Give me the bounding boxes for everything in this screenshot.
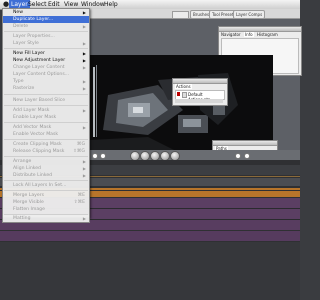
menu-item-duplicate-layer[interactable]: Duplicate Layer...	[3, 16, 89, 23]
menu-separator	[4, 94, 88, 95]
checkmark-icon[interactable]	[177, 92, 180, 96]
menu-item-merge-visible[interactable]: Merge Visible ⇧⌘E	[3, 199, 89, 206]
empty-track-area[interactable]	[0, 242, 300, 300]
tab-navigator[interactable]: Navigator	[221, 32, 241, 37]
menu-item-enable-layer-mask[interactable]: Enable Layer Mask	[3, 114, 89, 121]
menu-item-merge-layers[interactable]: Merge Layers ⌘E	[3, 192, 89, 199]
menu-view[interactable]: View	[64, 1, 78, 8]
menu-edit[interactable]: Edit	[48, 1, 60, 8]
menu-separator	[4, 31, 88, 32]
menu-window[interactable]: Window	[81, 1, 105, 8]
tab-histogram[interactable]: Histogram	[257, 32, 278, 37]
menu-separator	[4, 139, 88, 140]
menu-item-matting[interactable]: Matting ▶	[2, 215, 90, 223]
actions-panel: Actions Default Actions.atn	[172, 78, 228, 106]
menu-item-enable-vector-mask[interactable]: Enable Vector Mask	[3, 131, 89, 138]
menu-separator	[4, 180, 88, 181]
menu-item-add-vector-mask[interactable]: Add Vector Mask ▶	[3, 124, 89, 131]
actions-buttons	[175, 99, 223, 103]
menu-item-flatten-image[interactable]: Flatten Image	[3, 206, 89, 213]
menu-separator	[4, 156, 88, 157]
menu-item-lock-all-layers[interactable]: Lock All Layers In Set...	[3, 182, 89, 189]
menu-separator	[4, 48, 88, 49]
menu-item-create-clipping-mask[interactable]: Create Clipping Mask ⌘G	[3, 141, 89, 148]
menu-item-new[interactable]: New ▶	[3, 9, 89, 16]
tool-options-box[interactable]	[172, 11, 189, 19]
mark-out-icon[interactable]	[235, 153, 241, 159]
menu-item-type[interactable]: Type ▶	[3, 78, 89, 85]
layer-menu: New ▶ Duplicate Layer... Delete ▶ Layer Pr…	[2, 8, 90, 218]
menu-item-add-layer-mask[interactable]: Add Layer Mask ▶	[3, 107, 89, 114]
tab-actions[interactable]: Actions	[175, 84, 192, 89]
menu-item-change-layer-content[interactable]: Change Layer Content ▶	[3, 64, 89, 71]
dialog-toggle-icon[interactable]	[182, 92, 187, 98]
menu-item-rasterize[interactable]: Rasterize ▶	[3, 85, 89, 92]
mark-in-icon[interactable]	[100, 153, 106, 159]
audio-icon[interactable]	[244, 153, 250, 159]
menu-item-delete[interactable]: Delete ▶	[3, 23, 89, 30]
menu-item-layer-properties[interactable]: Layer Properties...	[3, 33, 89, 40]
menu-item-new-layer-based-slice[interactable]: New Layer Based Slice	[3, 97, 89, 104]
purple-track-4[interactable]	[0, 231, 300, 241]
loop-icon[interactable]	[92, 153, 98, 159]
menu-separator	[4, 122, 88, 123]
layer-comps-tab[interactable]: Layer Comps	[233, 10, 266, 19]
tab-info[interactable]: Info	[244, 32, 254, 37]
menu-separator	[4, 190, 88, 191]
menu-select[interactable]: Select	[28, 1, 47, 8]
menu-item-layer-content-options[interactable]: Layer Content Options...	[3, 71, 89, 78]
menu-item-new-fill-layer[interactable]: New Fill Layer ▶	[3, 50, 89, 57]
menu-separator	[4, 105, 88, 106]
menu-item-release-clipping-mask[interactable]: Release Clipping Mask ⇧⌘G	[3, 148, 89, 155]
menu-item-layer-style[interactable]: Layer Style ▶	[3, 40, 89, 47]
menu-item-arrange[interactable]: Arrange ▶	[3, 158, 89, 165]
menu-item-new-adjustment-layer[interactable]: New Adjustment Layer ▶	[3, 57, 89, 64]
menu-item-distribute-linked[interactable]: Distribute Linked ▶	[3, 172, 89, 179]
menu-item-align-linked[interactable]: Align Linked ▶	[3, 165, 89, 172]
menu-help[interactable]: Help	[104, 1, 118, 8]
